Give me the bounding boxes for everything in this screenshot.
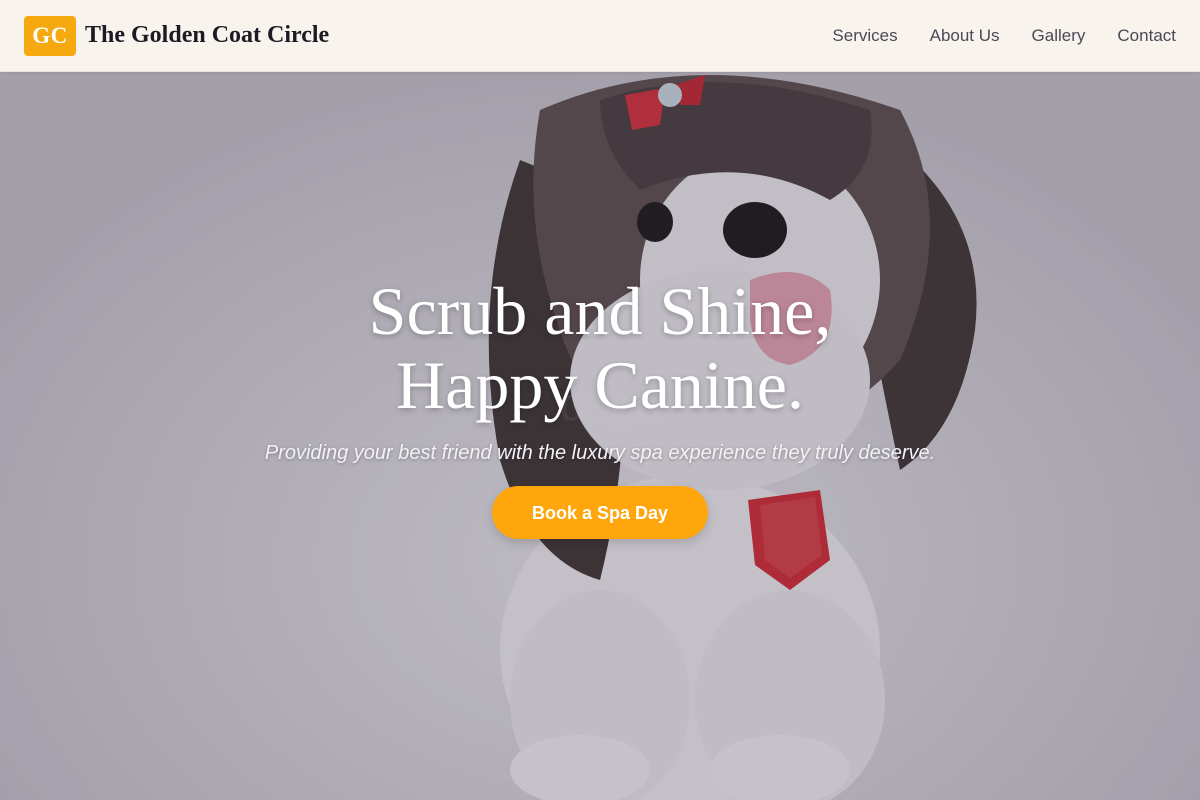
site-header: GC The Golden Coat Circle Services About… <box>0 0 1200 72</box>
brand-home-link[interactable]: GC The Golden Coat Circle <box>24 15 330 56</box>
hero-section: Scrub and Shine, Happy Canine. Providing… <box>0 274 1200 539</box>
brand-name: The Golden Coat Circle <box>85 22 330 48</box>
landing-page: dogs GC The Golden Coat Circle Services … <box>0 0 1200 800</box>
nav-link-about-us[interactable]: About Us <box>930 26 1000 46</box>
nav-link-gallery[interactable]: Gallery <box>1032 26 1086 46</box>
hero-title: Scrub and Shine, Happy Canine. <box>0 274 1200 422</box>
nav-link-contact[interactable]: Contact <box>1117 26 1176 46</box>
hero-title-line-1: Scrub and Shine, <box>368 273 832 349</box>
hero-subtitle: Providing your best friend with the luxu… <box>264 442 936 464</box>
hero-title-line-2: Happy Canine. <box>396 347 804 423</box>
nav-link-services[interactable]: Services <box>832 26 897 46</box>
main-nav: Services About Us Gallery Contact <box>832 26 1176 46</box>
book-spa-day-button[interactable]: Book a Spa Day <box>492 486 708 539</box>
logo-badge: GC <box>24 15 76 56</box>
